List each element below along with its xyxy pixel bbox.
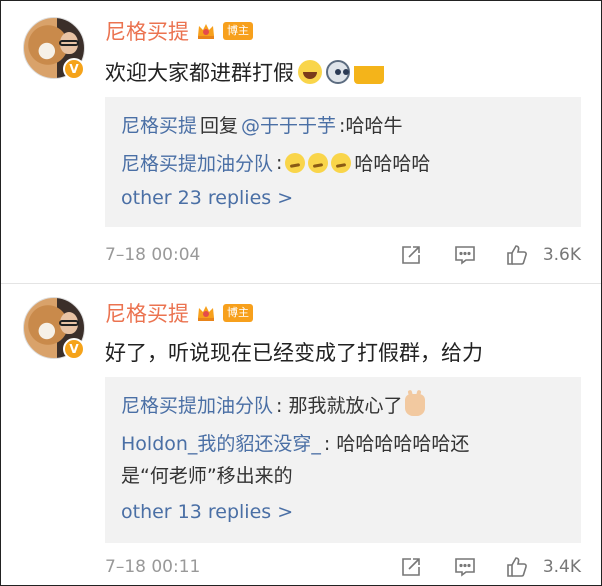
more-replies-link[interactable]: other 13 replies > [121,501,293,523]
thinking-emoji [285,152,306,173]
reply-item[interactable]: 尼格买提加油分队 : 哈哈哈哈 [121,149,430,176]
reply-item[interactable]: 尼格买提 回复 @于于于芋 :哈哈牛 [121,111,402,138]
crown-icon [195,302,217,324]
comment-time: 7–18 00:04 [105,245,201,265]
beer-cheers-emoji [354,60,384,84]
comment-item: V 尼格买提 博主 欢迎大家都进群打假 尼格买提 回复 @于于于芋 :哈哈牛 尼… [1,1,601,284]
reply-username[interactable]: Holdon_我的貂还没穿_ [121,429,321,456]
reply-text-line2: 是“何老师”移出来的 [121,465,293,487]
username[interactable]: 尼格买提 [105,16,189,46]
reply-prefix: 回复 [200,115,239,137]
verified-icon: V [63,58,85,80]
thinking-emoji [331,152,352,173]
reply-item[interactable]: Holdon_我的貂还没穿_ : 哈哈哈哈哈哈还 [121,429,469,456]
like-icon[interactable] [505,243,529,267]
reply-text-continued: 是“何老师”移出来的 [121,461,293,488]
like-icon[interactable] [505,555,529,579]
husky-emoji [326,60,350,84]
share-icon[interactable] [399,555,423,579]
comment-icon[interactable] [453,555,477,579]
comment-text: 欢迎大家都进群打假 [105,61,294,85]
reply-username[interactable]: 尼格买提加油分队 [121,391,273,418]
reply-text: : 那我就放心了 [276,395,403,417]
comment-time: 7–18 00:11 [105,557,201,577]
reply-prefix: : [276,151,283,174]
reply-item[interactable]: 尼格买提加油分队 : 那我就放心了 [121,391,426,418]
reply-text: :哈哈牛 [339,115,403,137]
reply-username[interactable]: 尼格买提 [121,111,197,138]
more-replies-link[interactable]: other 23 replies > [121,187,293,209]
like-count: 3.4K [542,557,581,577]
author-badge: 博主 [223,22,253,40]
reply-box: 尼格买提 回复 @于于于芋 :哈哈牛 尼格买提加油分队 : 哈哈哈哈 other… [105,97,581,227]
divider [1,283,601,284]
reply-text: : 哈哈哈哈哈哈还 [323,433,470,455]
reply-mention[interactable]: @于于于芋 [241,111,336,138]
username[interactable]: 尼格买提 [105,298,189,328]
author-badge: 博主 [223,304,253,322]
comment-icon[interactable] [453,243,477,267]
thinking-emoji [308,152,329,173]
reply-username[interactable]: 尼格买提加油分队 [121,149,273,176]
reply-box: 尼格买提加油分队 : 那我就放心了 Holdon_我的貂还没穿_ : 哈哈哈哈哈… [105,377,581,543]
reply-text: 哈哈哈哈 [354,153,431,175]
like-count: 3.6K [542,245,581,265]
verified-icon: V [63,338,85,360]
comment-text: 好了，听说现在已经变成了打假群，给力 [105,341,483,365]
share-icon[interactable] [399,243,423,267]
comment-item: V 尼格买提 博主 好了，听说现在已经变成了打假群，给力 尼格买提加油分队 : … [1,285,601,585]
victory-hand-emoji [405,393,426,416]
laughing-crying-emoji [298,60,322,84]
crown-icon [195,20,217,42]
